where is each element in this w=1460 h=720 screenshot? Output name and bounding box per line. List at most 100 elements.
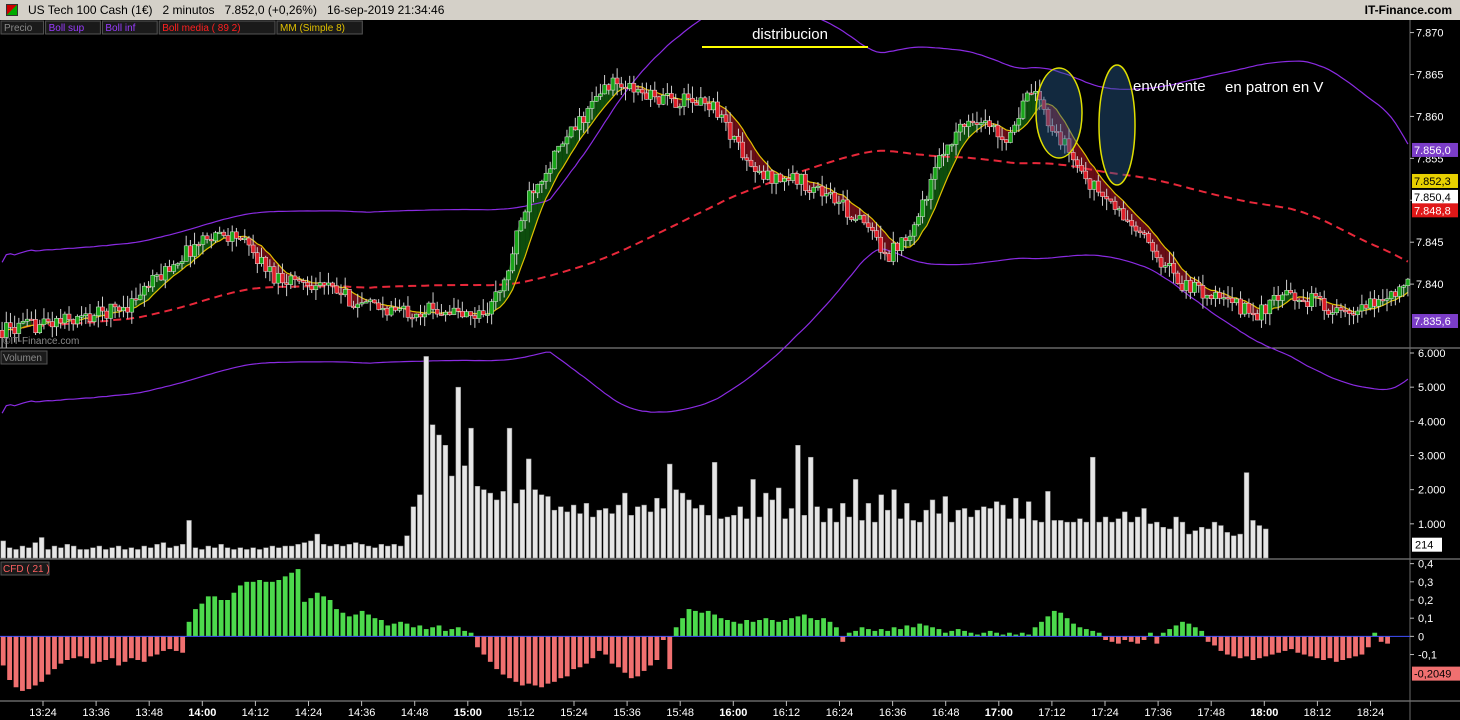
cfd-bar-positive[interactable] bbox=[757, 620, 762, 637]
candle-up[interactable] bbox=[154, 274, 160, 277]
cfd-bar-negative[interactable] bbox=[1378, 636, 1384, 642]
candle-down[interactable] bbox=[1363, 304, 1369, 309]
volume-bar[interactable] bbox=[205, 545, 211, 559]
cfd-bar-negative[interactable] bbox=[1135, 636, 1141, 644]
candle-down[interactable] bbox=[250, 244, 256, 253]
cfd-bar-negative[interactable] bbox=[1224, 636, 1230, 655]
volume-bar[interactable] bbox=[167, 547, 173, 559]
cfd-bar-positive[interactable] bbox=[1192, 627, 1198, 637]
volume-bar[interactable] bbox=[686, 499, 692, 559]
candle-down[interactable] bbox=[221, 231, 227, 236]
volume-bar[interactable] bbox=[756, 516, 763, 559]
candle-down[interactable] bbox=[33, 319, 38, 333]
candle-down[interactable] bbox=[1372, 298, 1377, 307]
candle-up[interactable] bbox=[24, 318, 30, 322]
cfd-bar-positive[interactable] bbox=[1372, 632, 1378, 637]
cfd-bar-negative[interactable] bbox=[154, 636, 160, 655]
volume-bar[interactable] bbox=[917, 521, 923, 559]
candle-down[interactable] bbox=[778, 173, 783, 183]
cfd-bar-positive[interactable] bbox=[853, 630, 859, 637]
volume-bar[interactable] bbox=[391, 544, 397, 559]
candle-up[interactable] bbox=[443, 311, 448, 316]
volume-bar[interactable] bbox=[1096, 521, 1102, 559]
volume-bar[interactable] bbox=[583, 503, 590, 559]
candle-down[interactable] bbox=[656, 96, 662, 105]
volume-bar[interactable] bbox=[51, 545, 58, 559]
candle-up[interactable] bbox=[920, 199, 925, 217]
volume-bar[interactable] bbox=[455, 386, 461, 559]
candle-up[interactable] bbox=[1330, 312, 1335, 315]
cfd-bar-positive[interactable] bbox=[193, 609, 198, 637]
candle-up[interactable] bbox=[660, 95, 666, 105]
cfd-bar-positive[interactable] bbox=[1007, 632, 1012, 637]
candle-up[interactable] bbox=[1267, 299, 1273, 315]
candle-down[interactable] bbox=[188, 245, 193, 257]
candle-down[interactable] bbox=[740, 141, 745, 159]
cfd-bar-positive[interactable] bbox=[1160, 632, 1166, 637]
volume-bar[interactable] bbox=[231, 549, 237, 559]
volume-bar[interactable] bbox=[218, 544, 224, 559]
volume-bar[interactable] bbox=[551, 509, 558, 559]
cfd-bar-negative[interactable] bbox=[1212, 636, 1217, 646]
cfd-bar-positive[interactable] bbox=[385, 625, 391, 637]
volume-bar[interactable] bbox=[224, 547, 231, 559]
candle-up[interactable] bbox=[75, 316, 80, 325]
volume-bar[interactable] bbox=[1128, 521, 1134, 559]
cfd-bar-negative[interactable] bbox=[1359, 636, 1365, 655]
candle-up[interactable] bbox=[857, 215, 863, 220]
candle-down[interactable] bbox=[322, 282, 327, 286]
cfd-bar-positive[interactable] bbox=[827, 621, 833, 637]
candle-up[interactable] bbox=[1259, 304, 1264, 321]
volume-bar[interactable] bbox=[26, 547, 32, 559]
volume-bar[interactable] bbox=[282, 545, 288, 559]
candle-up[interactable] bbox=[200, 235, 206, 245]
candle-up[interactable] bbox=[1309, 293, 1314, 307]
candle-up[interactable] bbox=[978, 122, 984, 125]
candle-down[interactable] bbox=[1096, 180, 1101, 193]
candle-down[interactable] bbox=[882, 252, 888, 255]
candle-up[interactable] bbox=[485, 313, 490, 316]
cfd-bar-positive[interactable] bbox=[712, 614, 718, 637]
volume-bar[interactable] bbox=[1250, 520, 1256, 559]
candle-down[interactable] bbox=[1100, 191, 1105, 197]
cfd-bar-negative[interactable] bbox=[52, 636, 57, 670]
candle-down[interactable] bbox=[296, 279, 302, 282]
cfd-bar-negative[interactable] bbox=[622, 636, 628, 673]
cfd-bar-positive[interactable] bbox=[269, 581, 275, 637]
cfd-bar-negative[interactable] bbox=[1269, 636, 1275, 655]
candle-down[interactable] bbox=[694, 102, 699, 106]
cfd-bar-positive[interactable] bbox=[686, 609, 692, 637]
cfd-bar-negative[interactable] bbox=[551, 636, 557, 682]
cfd-bar-positive[interactable] bbox=[1173, 625, 1179, 637]
volume-bar[interactable] bbox=[955, 509, 961, 559]
candle-up[interactable] bbox=[326, 282, 331, 286]
volume-bar[interactable] bbox=[654, 497, 660, 559]
volume-bar[interactable] bbox=[436, 434, 442, 559]
cfd-bar-positive[interactable] bbox=[1090, 630, 1096, 637]
volume-bar[interactable] bbox=[1147, 523, 1154, 559]
candle-down[interactable] bbox=[1380, 299, 1386, 302]
candle-up[interactable] bbox=[183, 245, 189, 262]
cfd-bar-negative[interactable] bbox=[545, 636, 551, 684]
cfd-bar-positive[interactable] bbox=[692, 610, 698, 637]
cfd-bar-positive[interactable] bbox=[404, 623, 410, 637]
volume-bar[interactable] bbox=[186, 520, 192, 559]
candle-up[interactable] bbox=[790, 173, 796, 181]
candle-down[interactable] bbox=[1137, 230, 1143, 234]
candle-up[interactable] bbox=[698, 97, 704, 106]
volume-bar[interactable] bbox=[481, 489, 487, 559]
volume-bar[interactable] bbox=[1038, 521, 1045, 559]
candle-down[interactable] bbox=[1133, 225, 1139, 232]
cfd-bar-positive[interactable] bbox=[718, 618, 724, 637]
candle-down[interactable] bbox=[1150, 242, 1155, 252]
cfd-bar-positive[interactable] bbox=[366, 614, 371, 637]
candle-down[interactable] bbox=[1200, 285, 1206, 299]
volume-bar[interactable] bbox=[39, 537, 45, 559]
candle-down[interactable] bbox=[104, 310, 109, 319]
candle-up[interactable] bbox=[1008, 132, 1013, 143]
candle-up[interactable] bbox=[514, 230, 519, 255]
volume-bar[interactable] bbox=[647, 511, 654, 559]
candle-up[interactable] bbox=[891, 242, 896, 262]
cfd-bar-negative[interactable] bbox=[1314, 636, 1320, 659]
candle-down[interactable] bbox=[351, 305, 356, 308]
